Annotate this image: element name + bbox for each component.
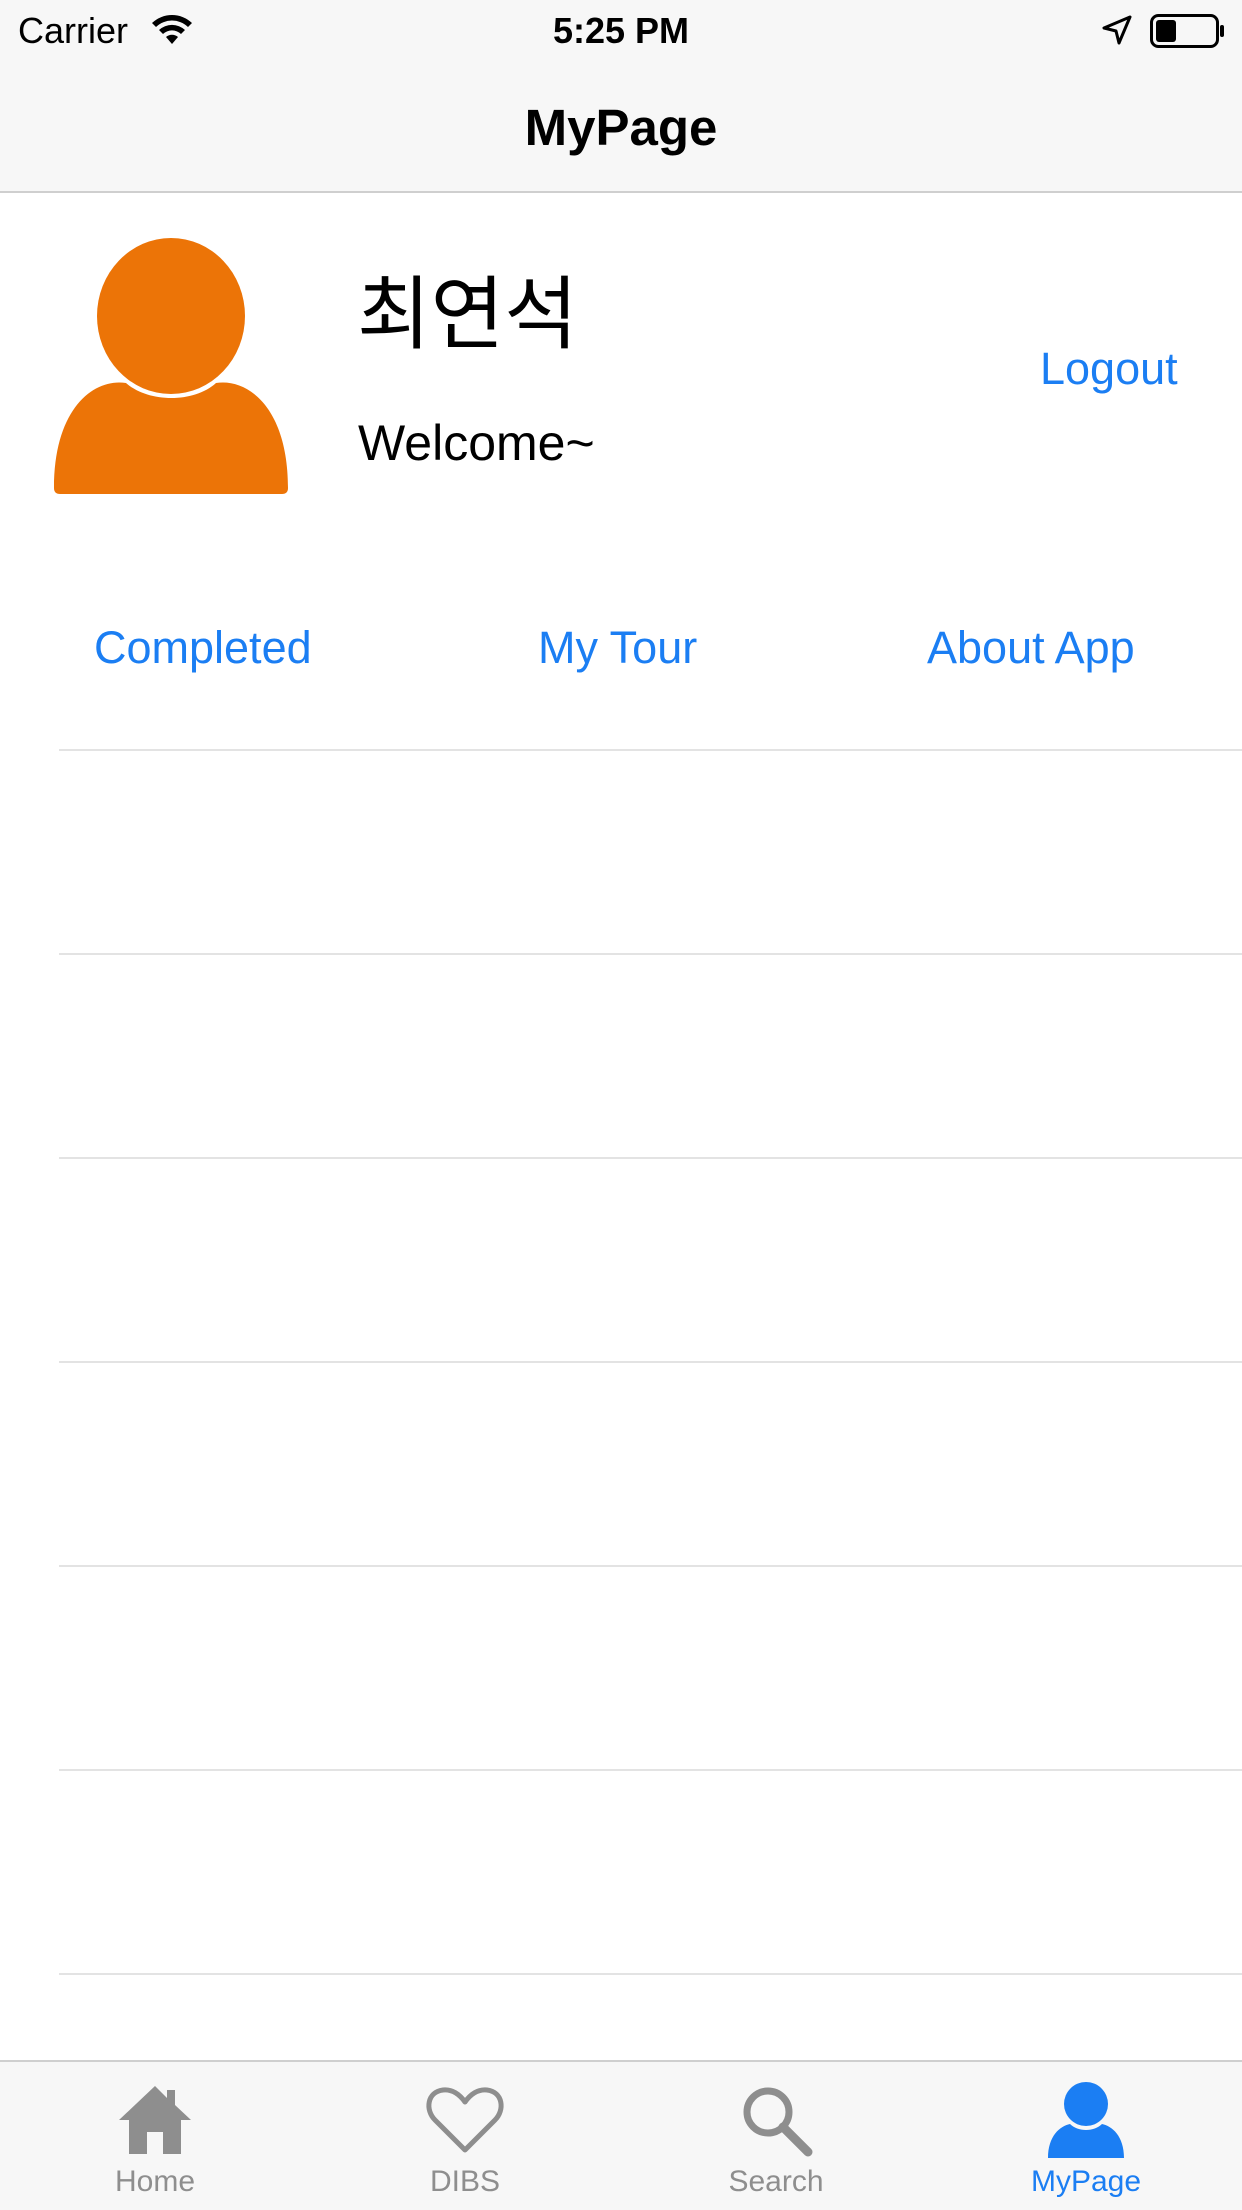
status-bar: Carrier 5:25 PM — [0, 0, 1242, 62]
my-tour-link[interactable]: My Tour — [538, 620, 697, 676]
page-title: MyPage — [524, 99, 718, 156]
home-icon — [119, 2086, 191, 2154]
heart-icon — [426, 2087, 504, 2153]
tab-label: MyPage — [1030, 2165, 1142, 2198]
table-row — [59, 953, 1242, 955]
table-row — [59, 1361, 1242, 1363]
tab-mypage[interactable]: MyPage — [976, 2062, 1196, 2210]
tab-home[interactable]: Home — [45, 2062, 265, 2210]
tab-label: Home — [114, 2165, 196, 2198]
table-row — [59, 749, 1242, 751]
search-icon — [743, 2087, 813, 2157]
status-time: 5:25 PM — [552, 10, 690, 51]
location-arrow-icon — [1102, 15, 1132, 45]
avatar — [54, 238, 288, 494]
user-name: 최연석 — [357, 268, 578, 361]
tab-search[interactable]: Search — [666, 2062, 886, 2210]
logout-button[interactable]: Logout — [1040, 342, 1178, 396]
battery-icon — [1150, 14, 1224, 48]
table-row — [59, 1565, 1242, 1567]
completed-link[interactable]: Completed — [94, 620, 312, 676]
tab-dibs[interactable]: DIBS — [355, 2062, 575, 2210]
tab-bar: Home DIBS Search MyPage — [0, 2060, 1242, 2210]
table-row — [59, 1157, 1242, 1159]
table-row — [59, 1769, 1242, 1771]
welcome-message: Welcome~ — [358, 415, 595, 471]
tab-label: DIBS — [429, 2165, 501, 2198]
tab-label: Search — [728, 2165, 824, 2198]
table-row — [59, 1973, 1242, 1975]
person-icon — [1048, 2082, 1124, 2158]
about-app-link[interactable]: About App — [927, 620, 1135, 676]
navigation-bar: MyPage — [0, 62, 1242, 193]
